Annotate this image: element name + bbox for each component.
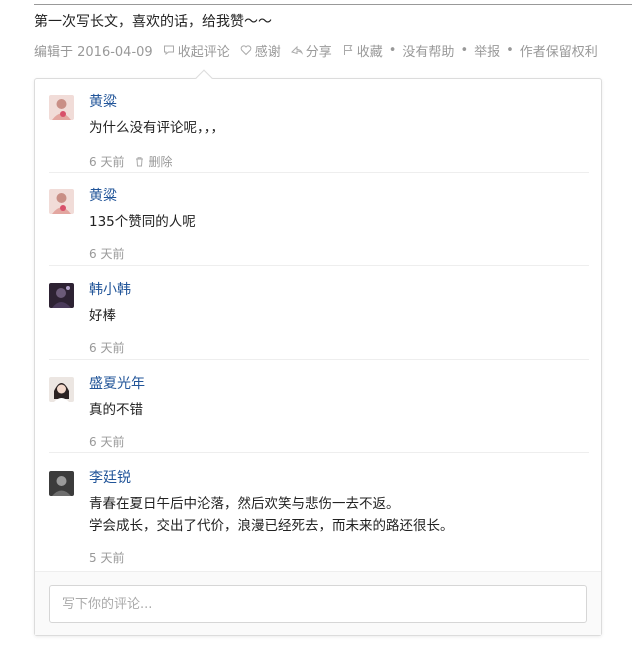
comment-item: 黄粱 135个赞同的人呢 6 天前: [49, 187, 589, 267]
panel-pointer: [195, 69, 213, 87]
comment-time: 6 天前: [89, 155, 125, 169]
separator-dot: •: [506, 42, 514, 58]
not-helpful-button[interactable]: 没有帮助: [402, 41, 454, 60]
edited-date: 编辑于 2016-04-09: [34, 44, 153, 60]
comments-panel: 黄粱 为什么没有评论呢，，， 6 天前 删除 黄粱 135个赞同的人呢 6 天前: [34, 69, 602, 636]
avatar[interactable]: [49, 189, 74, 214]
avatar[interactable]: [49, 377, 74, 402]
comment-divider: [49, 452, 589, 453]
comment-meta: 5 天前: [89, 549, 124, 566]
separator-dot: •: [460, 42, 469, 58]
delete-label: 删除: [148, 155, 173, 169]
comment-divider: [49, 172, 589, 173]
share-button[interactable]: 分享: [290, 41, 332, 60]
delete-comment-button[interactable]: 删除: [134, 153, 172, 170]
avatar[interactable]: [49, 95, 74, 120]
avatar[interactable]: [49, 471, 74, 496]
comment-meta: 6 天前: [89, 433, 124, 450]
comment-icon: [163, 45, 174, 56]
collect-button[interactable]: 收藏: [342, 41, 383, 60]
comment-body: 为什么没有评论呢，，，: [89, 117, 224, 139]
comment-divider: [49, 265, 589, 266]
rights-notice: 作者保留权利: [519, 44, 598, 60]
comment-line: 好棒: [89, 308, 116, 324]
comment-time: 5 天前: [89, 551, 125, 565]
comment-item: 李廷锐 青春在夏日午后中沦落，然后欢笑与悲伤一去不返。 学会成长，交出了代价，浪…: [49, 469, 589, 569]
comment-line: 学会成长，交出了代价，浪漫已经死去，而未来的路还很长。: [89, 518, 454, 534]
avatar-image-icon: [49, 377, 74, 402]
avatar-image-icon: [49, 283, 74, 308]
collapse-comments-label: 收起评论: [177, 44, 230, 60]
separator-dot: •: [388, 42, 397, 58]
comment-time: 6 天前: [89, 247, 125, 261]
collapse-comments-button[interactable]: 收起评论: [163, 41, 230, 60]
answer-text: 第一次写长文，喜欢的话，给我赞～～: [34, 14, 272, 30]
comment-composer: [35, 571, 601, 635]
trash-icon: [136, 157, 144, 167]
collect-label: 收藏: [356, 44, 383, 60]
heart-icon: [240, 45, 252, 56]
thanks-label: 感谢: [254, 44, 281, 60]
thanks-button[interactable]: 感谢: [240, 41, 281, 60]
comment-time: 6 天前: [89, 435, 125, 449]
flag-icon: [343, 45, 353, 55]
share-icon: [290, 45, 303, 55]
comment-author[interactable]: 黄粱: [89, 93, 117, 111]
comment-meta: 6 天前: [89, 245, 124, 262]
comment-time: 6 天前: [89, 341, 125, 355]
comment-input[interactable]: [49, 585, 587, 623]
comment-line: 为什么没有评论呢，，，: [89, 120, 224, 136]
share-label: 分享: [305, 44, 332, 60]
avatar-image-icon: [49, 95, 74, 120]
avatar-image-icon: [49, 471, 74, 496]
comment-body: 135个赞同的人呢: [89, 211, 196, 233]
comment-line: 真的不错: [89, 402, 143, 418]
comment-body: 青春在夏日午后中沦落，然后欢笑与悲伤一去不返。 学会成长，交出了代价，浪漫已经死…: [89, 493, 454, 537]
avatar-image-icon: [49, 189, 74, 214]
comment-meta: 6 天前: [89, 339, 124, 356]
comment-author[interactable]: 黄粱: [89, 187, 117, 205]
avatar[interactable]: [49, 283, 74, 308]
top-divider: [34, 4, 632, 5]
comment-author[interactable]: 韩小韩: [89, 281, 131, 299]
comment-item: 韩小韩 好棒 6 天前: [49, 281, 589, 361]
comment-line: 135个赞同的人呢: [89, 214, 196, 230]
answer-action-bar: 编辑于 2016-04-09 收起评论 感谢 分享 收藏 • 没有帮助 • 举报…: [34, 40, 608, 60]
comment-meta: 6 天前 删除: [89, 153, 172, 170]
report-button[interactable]: 举报: [474, 41, 500, 60]
comment-item: 黄粱 为什么没有评论呢，，， 6 天前 删除: [49, 93, 589, 173]
comment-line: 青春在夏日午后中沦落，然后欢笑与悲伤一去不返。: [89, 496, 400, 512]
comment-body: 真的不错: [89, 399, 143, 421]
comment-body: 好棒: [89, 305, 116, 327]
comment-author[interactable]: 盛夏光年: [89, 375, 145, 393]
comment-author[interactable]: 李廷锐: [89, 469, 131, 487]
comment-item: 盛夏光年 真的不错 6 天前: [49, 375, 589, 455]
comment-divider: [49, 359, 589, 360]
